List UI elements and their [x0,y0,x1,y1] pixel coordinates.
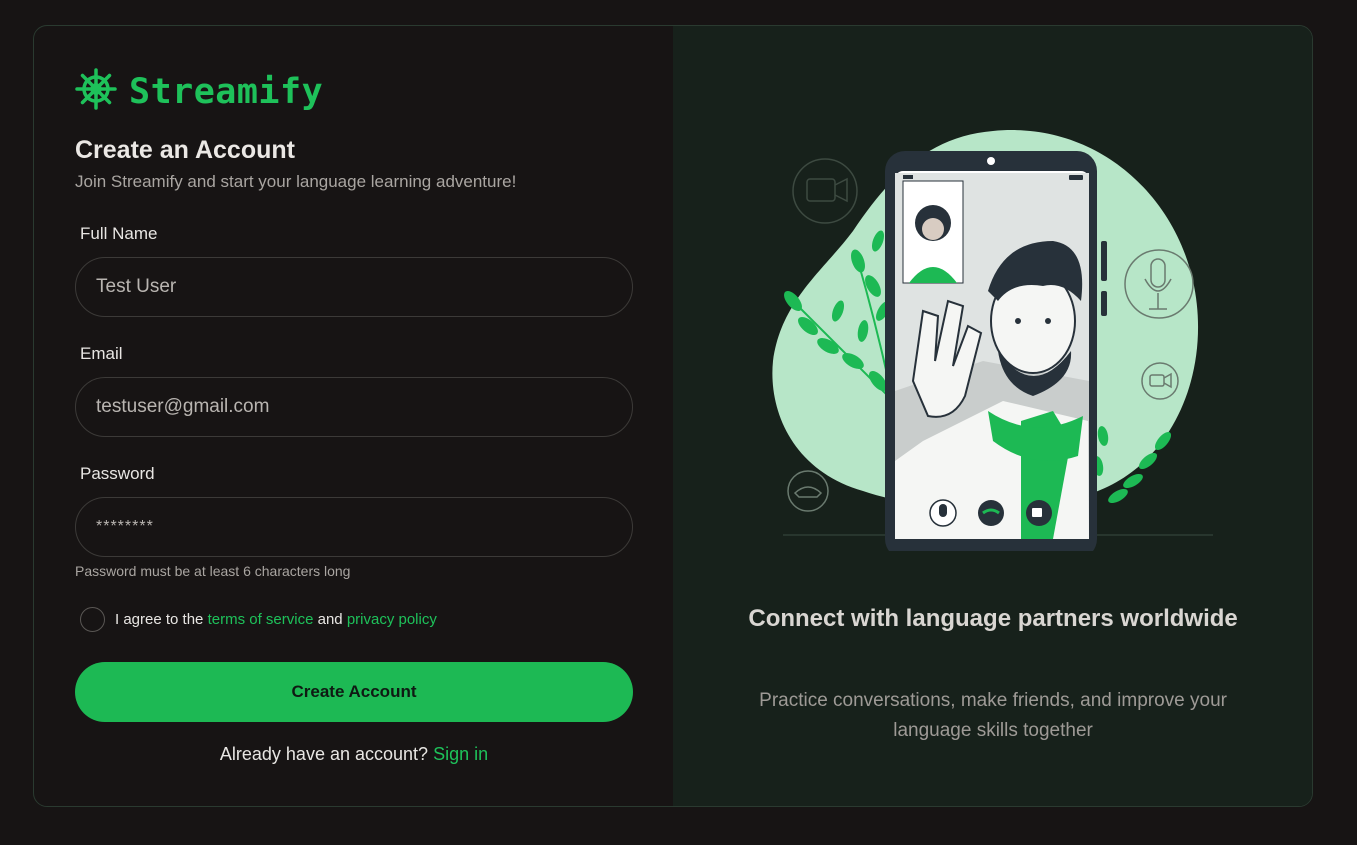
email-input[interactable] [96,396,612,418]
promo-panel: Connect with language partners worldwide… [673,26,1312,806]
full-name-field[interactable] [75,257,633,317]
terms-link[interactable]: terms of service [208,611,314,628]
video-call-illustration [772,130,1214,551]
promo-subtitle: Practice conversations, make friends, an… [759,690,1227,741]
signup-form-panel: Streamify Create an Account Join Streami… [34,26,673,806]
email-field[interactable] [75,377,633,437]
page-subtitle: Join Streamify and start your language l… [75,172,517,191]
full-name-label: Full Name [80,224,158,243]
agree-text: I agree to the [115,611,204,628]
signin-link[interactable]: Sign in [433,744,488,764]
logo: Streamify [75,68,323,115]
signin-row: Already have an account? Sign in [34,744,674,765]
full-name-input[interactable] [96,276,612,298]
ship-wheel-icon [75,68,117,115]
signup-card: Streamify Create an Account Join Streami… [33,25,1313,807]
password-field[interactable] [75,497,633,557]
terms-agreement: I agree to the terms of service and priv… [80,607,437,632]
password-hint: Password must be at least 6 characters l… [75,563,351,579]
email-label: Email [80,344,123,363]
promo-title: Connect with language partners worldwide [748,605,1238,632]
privacy-link[interactable]: privacy policy [347,611,437,628]
agree-and-text: and [317,611,343,628]
agree-checkbox[interactable] [80,607,105,632]
password-label: Password [80,464,155,483]
create-account-button[interactable]: Create Account [75,662,633,722]
app-name: Streamify [129,71,324,112]
password-input[interactable] [96,518,612,536]
page-title: Create an Account [75,136,295,164]
signin-prompt: Already have an account? [219,744,429,764]
